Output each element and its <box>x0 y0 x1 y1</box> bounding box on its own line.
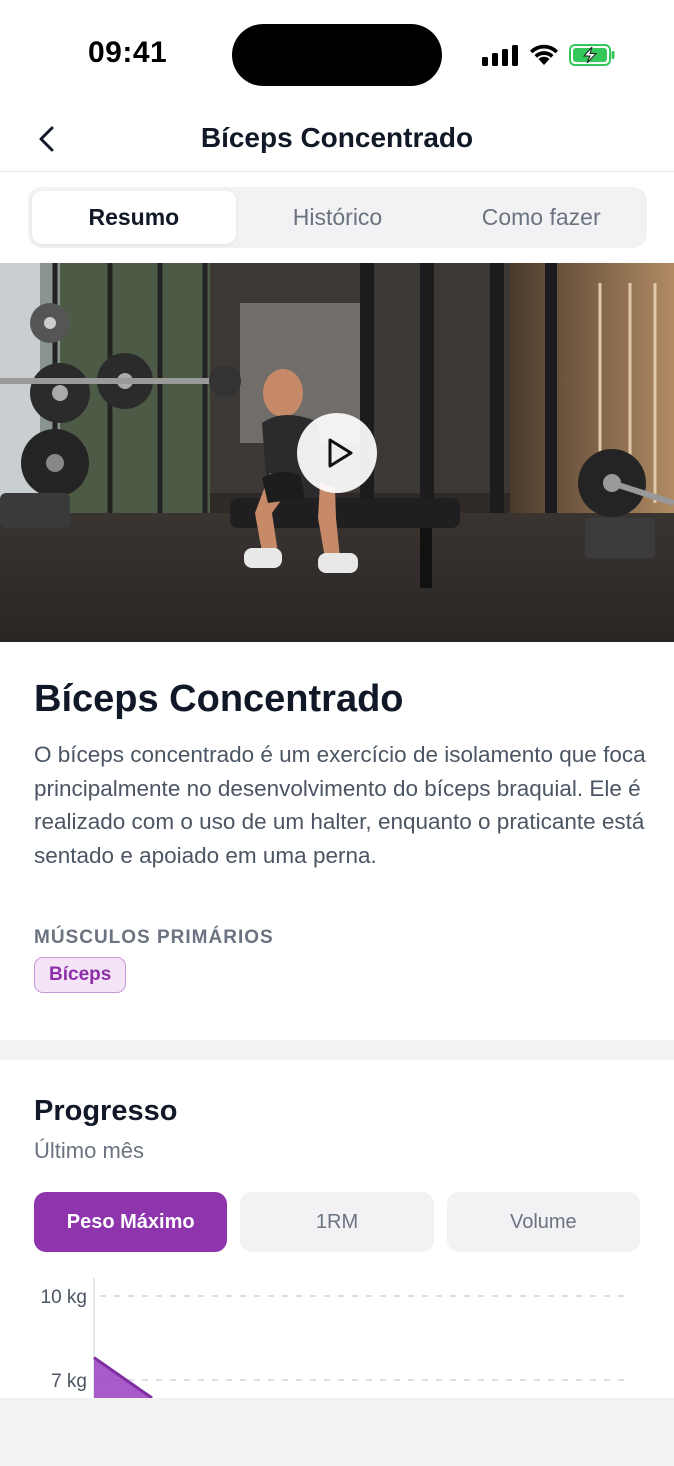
tab-como-fazer[interactable]: Como fazer <box>439 191 643 244</box>
segmented-tabs: Resumo Histórico Como fazer <box>28 187 647 248</box>
wifi-icon <box>530 44 558 65</box>
tab-historico[interactable]: Histórico <box>236 191 440 244</box>
page-title: Bíceps Concentrado <box>200 122 474 153</box>
status-time: 09:41 <box>88 36 168 69</box>
section-divider <box>0 1040 674 1060</box>
battery-charging-icon <box>569 44 615 66</box>
exercise-title: Bíceps Concentrado <box>34 678 404 720</box>
play-icon <box>328 438 353 468</box>
cellular-signal-icon <box>482 44 518 66</box>
nav-header: Bíceps Concentrado <box>0 110 674 172</box>
progress-chart: 10 kg 7 kg <box>41 1278 630 1398</box>
chart-y-tick-label: 7 kg <box>51 1371 87 1392</box>
exercise-video[interactable] <box>0 263 674 642</box>
progress-title: Progresso <box>34 1095 178 1127</box>
screen: 09:41 Bíceps Concentrado Resumo Históric… <box>0 0 674 1398</box>
exercise-description: O bíceps concentrado é um exercício de i… <box>34 742 646 868</box>
bottom-area <box>0 1398 674 1466</box>
progress-subtitle: Último mês <box>34 1138 145 1163</box>
status-bar: 09:41 <box>0 0 674 110</box>
metric-1rm-button[interactable]: 1RM <box>240 1192 434 1252</box>
play-button[interactable] <box>297 413 377 493</box>
muscle-chip-biceps: Bíceps <box>34 957 127 993</box>
tab-resumo[interactable]: Resumo <box>32 191 236 244</box>
metric-volume-button[interactable]: Volume <box>446 1192 640 1252</box>
metric-selector: Peso Máximo 1RM Volume <box>34 1192 640 1252</box>
dynamic-island <box>232 24 442 86</box>
metric-peso-maximo-button[interactable]: Peso Máximo <box>34 1192 228 1252</box>
primary-muscles-label: MÚSCULOS PRIMÁRIOS <box>34 927 274 948</box>
chart-y-tick-label: 10 kg <box>41 1287 87 1308</box>
